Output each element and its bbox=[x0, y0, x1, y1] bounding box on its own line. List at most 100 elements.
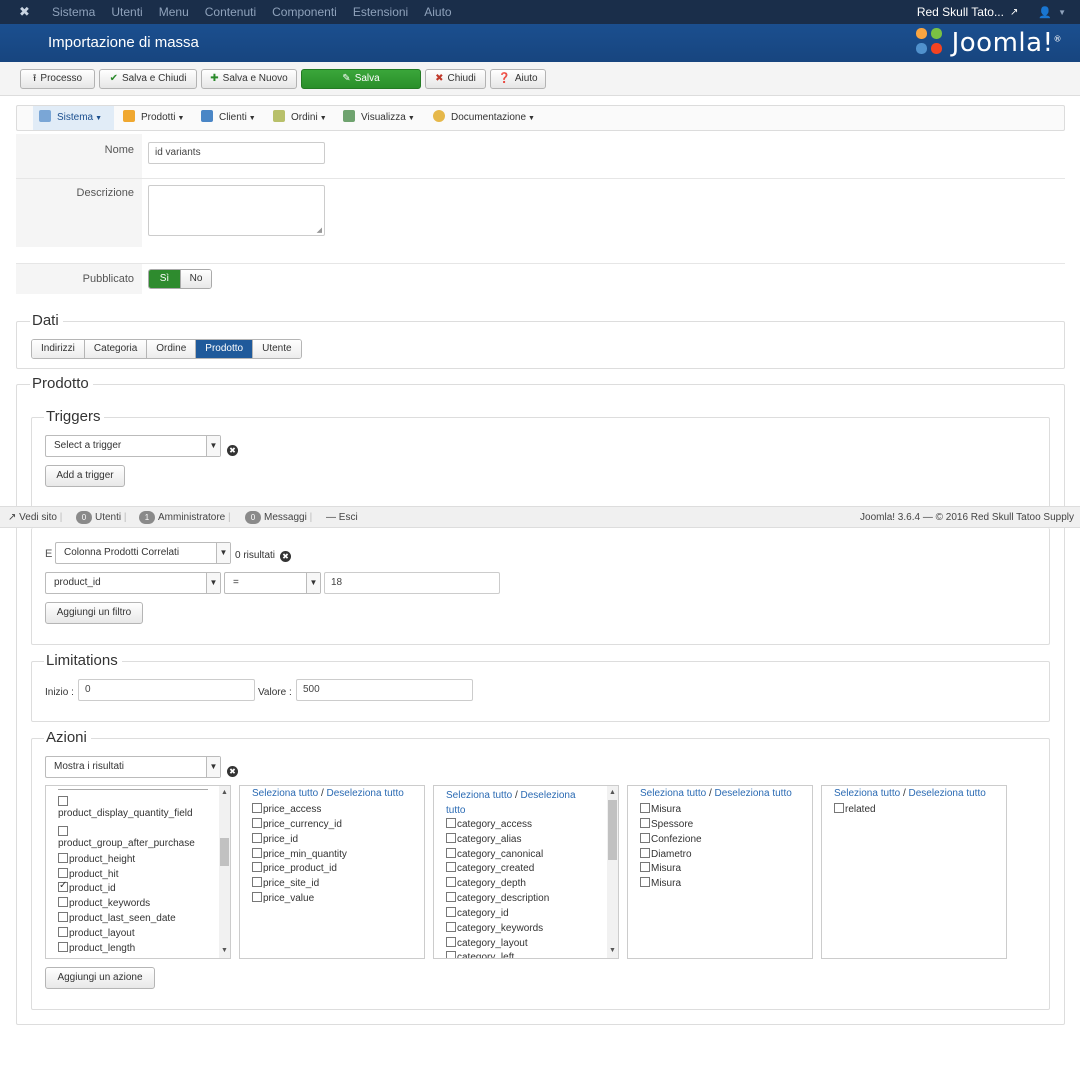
list-item[interactable]: product_last_seen_date bbox=[58, 912, 176, 924]
nome-input[interactable]: id variants bbox=[148, 142, 325, 164]
tab-utente[interactable]: Utente bbox=[253, 340, 301, 358]
select-all-link[interactable]: Seleziona tutto bbox=[252, 788, 318, 799]
scroll-up-icon[interactable]: ▲ bbox=[219, 788, 230, 798]
esci-link[interactable]: — Esci bbox=[326, 507, 358, 528]
deselect-all-link[interactable]: Deseleziona tutto bbox=[715, 788, 792, 799]
checkbox[interactable] bbox=[252, 803, 262, 813]
list-item[interactable]: price_product_id bbox=[252, 862, 337, 874]
checkbox[interactable] bbox=[58, 796, 68, 806]
checkbox[interactable] bbox=[640, 833, 650, 843]
list-item[interactable]: category_depth bbox=[446, 877, 526, 889]
menu-componenti[interactable]: Componenti bbox=[272, 0, 337, 24]
scrollbar[interactable]: ▲ ▼ bbox=[607, 786, 618, 958]
list-item[interactable] bbox=[58, 796, 69, 808]
checkbox[interactable] bbox=[58, 897, 68, 907]
salva-button[interactable]: ✎ Salva bbox=[301, 69, 421, 89]
tab-ordine[interactable]: Ordine bbox=[147, 340, 197, 358]
subnav-ordini[interactable]: Ordini ▼ bbox=[267, 106, 335, 130]
list-item[interactable]: price_currency_id bbox=[252, 818, 342, 830]
list-item[interactable]: Misura bbox=[640, 862, 681, 874]
list-item[interactable]: category_alias bbox=[446, 833, 521, 845]
tab-categoria[interactable]: Categoria bbox=[84, 340, 148, 358]
field-select[interactable]: product_id ▼ bbox=[45, 572, 221, 594]
remove-action-icon[interactable]: ✖ bbox=[227, 766, 238, 777]
list-item[interactable]: product_height bbox=[58, 853, 135, 865]
menu-contenuti[interactable]: Contenuti bbox=[205, 0, 256, 24]
list-item[interactable]: price_id bbox=[252, 833, 298, 845]
checkbox[interactable] bbox=[640, 848, 650, 858]
list-item[interactable] bbox=[58, 826, 69, 838]
checkbox[interactable] bbox=[446, 922, 456, 932]
user-icon[interactable]: 👤 bbox=[1038, 6, 1052, 19]
checkbox[interactable] bbox=[446, 818, 456, 828]
deselect-all-link[interactable]: Deseleziona tutto bbox=[909, 788, 986, 799]
add-trigger-button[interactable]: Add a trigger bbox=[45, 465, 125, 487]
checkbox[interactable] bbox=[446, 951, 456, 958]
menu-menu[interactable]: Menu bbox=[159, 0, 189, 24]
resize-grip-icon[interactable]: ◢ bbox=[317, 226, 322, 234]
menu-utenti[interactable]: Utenti bbox=[111, 0, 142, 24]
list-item[interactable]: price_access bbox=[252, 803, 321, 815]
list-item[interactable]: category_layout bbox=[446, 937, 528, 949]
checkbox[interactable] bbox=[446, 892, 456, 902]
checkbox[interactable] bbox=[252, 862, 262, 872]
checkbox[interactable] bbox=[58, 927, 68, 937]
salva-nuovo-button[interactable]: ✚ Salva e Nuovo bbox=[201, 69, 297, 89]
menu-aiuto[interactable]: Aiuto bbox=[424, 0, 451, 24]
list-item[interactable]: Misura bbox=[640, 877, 681, 889]
list-item[interactable]: related bbox=[834, 803, 876, 815]
list-item[interactable]: Confezione bbox=[640, 833, 702, 845]
checkbox[interactable] bbox=[446, 848, 456, 858]
list-item[interactable]: product_length bbox=[58, 942, 135, 954]
select-all-link[interactable]: Seleziona tutto bbox=[834, 788, 900, 799]
chiudi-button[interactable]: ✖ Chiudi bbox=[425, 69, 486, 89]
chevron-down-icon[interactable]: ▼ bbox=[1058, 8, 1066, 17]
scroll-up-icon[interactable]: ▲ bbox=[607, 788, 618, 798]
checkbox[interactable] bbox=[58, 912, 68, 922]
deselect-all-link[interactable]: Deseleziona tutto bbox=[327, 788, 404, 799]
descrizione-textarea[interactable]: ◢ bbox=[148, 185, 325, 236]
no-button[interactable]: No bbox=[180, 270, 211, 288]
inizio-input[interactable]: 0 bbox=[78, 679, 255, 701]
list-item[interactable]: category_canonical bbox=[446, 848, 543, 860]
action-select[interactable]: Mostra i risultati ▼ bbox=[45, 756, 221, 778]
valore-input[interactable]: 500 bbox=[296, 679, 473, 701]
scroll-thumb[interactable] bbox=[220, 838, 229, 866]
checkbox[interactable] bbox=[446, 833, 456, 843]
list-item[interactable]: Spessore bbox=[640, 818, 693, 830]
aiuto-button[interactable]: ❓ Aiuto bbox=[490, 69, 546, 89]
scroll-thumb[interactable] bbox=[608, 800, 617, 860]
site-link[interactable]: Red Skull Tato... bbox=[917, 5, 1004, 19]
checkbox[interactable] bbox=[252, 877, 262, 887]
checkbox[interactable] bbox=[446, 862, 456, 872]
checkbox[interactable] bbox=[58, 826, 68, 836]
scroll-down-icon[interactable]: ▼ bbox=[219, 946, 230, 956]
checkbox[interactable] bbox=[252, 818, 262, 828]
remove-filter-icon[interactable]: ✖ bbox=[280, 551, 291, 562]
select-all-link[interactable]: Seleziona tutto bbox=[446, 790, 512, 801]
list-item[interactable]: category_id bbox=[446, 907, 509, 919]
admin-link[interactable]: 1 Amministratore | bbox=[139, 507, 231, 528]
trigger-select[interactable]: Select a trigger ▼ bbox=[45, 435, 221, 457]
list-item[interactable]: category_left bbox=[446, 951, 514, 958]
subnav-sistema[interactable]: Sistema ▼ bbox=[33, 106, 114, 130]
checkbox[interactable] bbox=[640, 803, 650, 813]
list-item[interactable]: Diametro bbox=[640, 848, 692, 860]
list-item[interactable]: product_id bbox=[58, 880, 116, 894]
subnav-prodotti[interactable]: Prodotti ▼ bbox=[117, 106, 189, 130]
filter-value-input[interactable]: 18 bbox=[324, 572, 500, 594]
subnav-visualizza[interactable]: Visualizza ▼ bbox=[337, 106, 423, 130]
operator-select[interactable]: = ▼ bbox=[224, 572, 321, 594]
list-item[interactable]: product_layout bbox=[58, 927, 135, 939]
add-action-button[interactable]: Aggiungi un azione bbox=[45, 967, 155, 989]
processo-button[interactable]: ⭱ Processo bbox=[20, 69, 95, 89]
list-item[interactable]: price_site_id bbox=[252, 877, 319, 889]
select-all-link[interactable]: Seleziona tutto bbox=[640, 788, 706, 799]
messaggi-link[interactable]: 0 Messaggi | bbox=[245, 507, 312, 528]
utenti-link[interactable]: 0 Utenti | bbox=[76, 507, 127, 528]
remove-trigger-icon[interactable]: ✖ bbox=[227, 445, 238, 456]
list-item[interactable]: category_description bbox=[446, 892, 549, 904]
scrollbar[interactable]: ▲ ▼ bbox=[219, 786, 230, 958]
list-item[interactable]: category_created bbox=[446, 862, 534, 874]
tab-prodotto[interactable]: Prodotto bbox=[196, 340, 254, 358]
